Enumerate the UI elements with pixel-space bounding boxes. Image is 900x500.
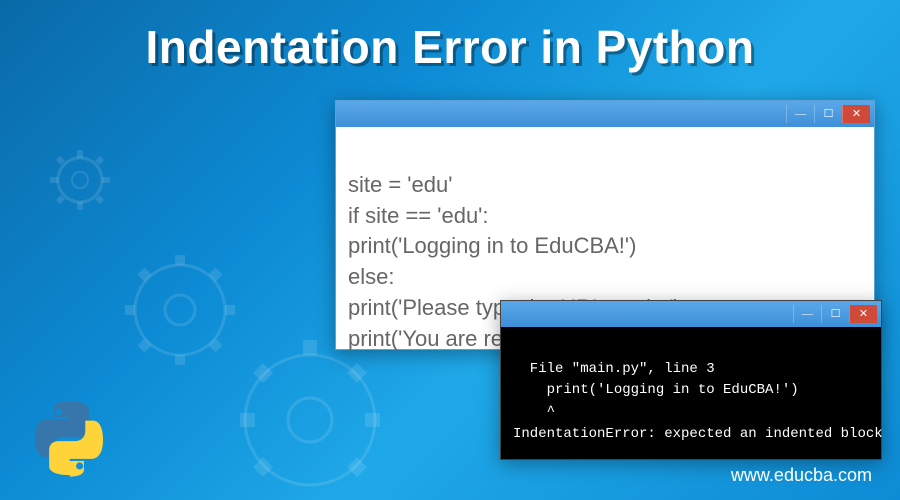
terminal-line: File "main.py", line 3 — [513, 361, 715, 377]
minimize-button[interactable]: — — [793, 305, 821, 323]
maximize-button[interactable]: ☐ — [814, 105, 842, 123]
close-button[interactable]: ✕ — [849, 305, 877, 323]
code-line: site = 'edu' — [348, 172, 452, 197]
terminal-body: File "main.py", line 3 print('Logging in… — [501, 327, 881, 459]
close-button[interactable]: ✕ — [842, 105, 870, 123]
minimize-button[interactable]: — — [786, 105, 814, 123]
code-line: print('Logging in to EduCBA!') — [348, 233, 636, 258]
terminal-titlebar: — ☐ ✕ — [501, 301, 881, 327]
site-url: www.educba.com — [731, 465, 872, 486]
maximize-button[interactable]: ☐ — [821, 305, 849, 323]
page-title: Indentation Error in Python — [0, 20, 900, 74]
code-line: if site == 'edu': — [348, 203, 489, 228]
terminal-window: — ☐ ✕ File "main.py", line 3 print('Logg… — [500, 300, 882, 460]
terminal-line: IndentationError: expected an indented b… — [513, 426, 883, 442]
python-logo-icon — [30, 400, 108, 478]
code-line: else: — [348, 264, 394, 289]
terminal-line: print('Logging in to EduCBA!') — [513, 382, 799, 398]
terminal-line: ^ — [513, 404, 555, 420]
editor-titlebar: — ☐ ✕ — [336, 101, 874, 127]
